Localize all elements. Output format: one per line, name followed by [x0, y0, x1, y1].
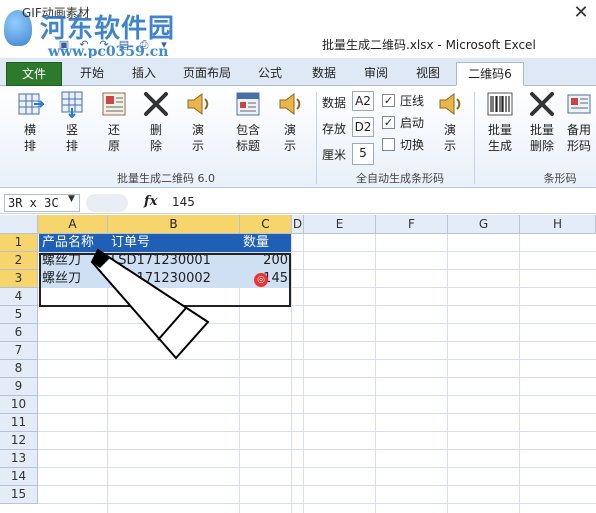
row-header[interactable]: 8	[0, 360, 38, 378]
start-checkbox[interactable]: ✓	[382, 116, 395, 129]
grid-vline	[519, 234, 520, 513]
ribbon: 横 排 竖 排 还 原 删 除 演 示 包含 标题 演 示 数据 A2 存放 D…	[0, 86, 596, 188]
column-header-f[interactable]: F	[376, 215, 448, 234]
group-label-barcode: 条形码	[543, 172, 577, 185]
row-header[interactable]: 7	[0, 342, 38, 360]
cm-field-label: 厘米	[322, 148, 347, 162]
group-label-batch-qr: 批量生成二维码 6.0	[117, 172, 215, 185]
delete-button[interactable]: 删 除	[138, 90, 174, 154]
record-indicator-icon: ◎	[254, 273, 268, 287]
column-header-e[interactable]: E	[304, 215, 376, 234]
demo-button-1[interactable]: 演 示	[180, 90, 216, 154]
group-label-auto-barcode: 全自动生成条形码	[356, 172, 444, 185]
formula-bar: 3R x 3C ▼ fx 145	[0, 192, 596, 214]
grid-vline	[303, 234, 304, 513]
tab-data[interactable]: 数据	[304, 62, 344, 86]
row-header[interactable]: 13	[0, 450, 38, 468]
batch-delete-button[interactable]: 批量 删除	[524, 90, 560, 154]
grid-vline	[447, 234, 448, 513]
tab-file[interactable]: 文件	[6, 62, 62, 86]
name-box-dropdown-icon[interactable]: ▼	[68, 194, 75, 204]
row-header[interactable]: 4	[0, 288, 38, 306]
press-line-label: 压线	[400, 94, 425, 108]
tab-page-layout[interactable]: 页面布局	[176, 62, 238, 86]
delete-x-icon	[144, 92, 168, 116]
batch-generate-button[interactable]: 批量 生成	[482, 90, 518, 154]
tab-insert[interactable]: 插入	[124, 62, 164, 86]
column-header-h[interactable]: H	[520, 215, 596, 234]
close-icon[interactable]: ✕	[570, 2, 592, 24]
tab-home[interactable]: 开始	[74, 62, 110, 86]
data-field-label: 数据	[322, 96, 347, 110]
store-field-label: 存放	[322, 122, 347, 136]
horizontal-layout-icon	[18, 93, 44, 115]
delete-x-icon	[530, 92, 554, 116]
select-all-corner[interactable]	[0, 215, 38, 234]
cell-b1[interactable]: 订单号	[108, 234, 240, 252]
row-header[interactable]: 2	[0, 252, 38, 270]
title-bar: GIF动画素材 河东软件园 ✕ ▣ ↶ ↷ ▤ ⎙ ▾ www.pc0359.c…	[0, 0, 596, 60]
cm-field-input[interactable]: 5	[352, 143, 374, 165]
demo-button-2[interactable]: 演 示	[272, 90, 308, 154]
column-header-d[interactable]: D	[292, 215, 304, 234]
row-header[interactable]: 5	[0, 306, 38, 324]
column-header-c[interactable]: C	[240, 215, 292, 234]
row-header[interactable]: 15	[0, 486, 38, 504]
grid-vline	[375, 234, 376, 513]
speaker-icon	[279, 93, 301, 115]
row-header[interactable]: 14	[0, 468, 38, 486]
vertical-layout-icon	[61, 91, 83, 118]
row-header[interactable]: 6	[0, 324, 38, 342]
data-field-input[interactable]: A2	[352, 91, 374, 111]
insert-function-icon[interactable]: fx	[144, 194, 157, 209]
press-line-checkbox[interactable]: ✓	[382, 94, 395, 107]
column-header-a[interactable]: A	[38, 215, 108, 234]
horizontal-layout-button[interactable]: 横 排	[12, 90, 48, 154]
row-header[interactable]: 9	[0, 378, 38, 396]
formula-input[interactable]: 145	[172, 195, 195, 209]
tab-review[interactable]: 审阅	[356, 62, 396, 86]
switch-checkbox[interactable]	[382, 138, 395, 151]
tab-qrcode6[interactable]: 二维码6	[456, 62, 524, 86]
row-header[interactable]: 12	[0, 432, 38, 450]
column-header-b[interactable]: B	[108, 215, 240, 234]
vertical-layout-button[interactable]: 竖 排	[54, 90, 90, 154]
formula-bar-handle[interactable]	[86, 194, 128, 212]
row-header[interactable]: 3	[0, 270, 38, 288]
tab-formulas[interactable]: 公式	[252, 62, 288, 86]
ribbon-tabs: 文件 开始 插入 页面布局 公式 数据 审阅 视图 二维码6	[0, 58, 596, 86]
worksheet-grid[interactable]: A B C D E F G H 1 2 3 4 5 6 7 8 9 10 11 …	[0, 215, 596, 513]
tab-view[interactable]: 视图	[408, 62, 448, 86]
include-title-icon	[236, 92, 260, 116]
column-header-g[interactable]: G	[448, 215, 520, 234]
spare-barcode-icon	[567, 94, 591, 114]
speaker-icon	[187, 93, 209, 115]
cell-a1[interactable]: 产品名称	[39, 234, 108, 252]
switch-label: 切换	[400, 138, 425, 152]
row-header[interactable]: 1	[0, 234, 38, 252]
grid-vline	[291, 234, 292, 513]
restore-button[interactable]: 还 原	[96, 90, 132, 154]
group-separator	[316, 92, 317, 184]
group-separator	[474, 92, 475, 184]
demo-button-3[interactable]: 演 示	[432, 90, 468, 154]
restore-icon	[102, 92, 126, 116]
start-label: 启动	[400, 116, 425, 130]
store-field-input[interactable]: D2	[352, 117, 374, 137]
cell-c1[interactable]: 数量	[240, 234, 291, 252]
spare-barcode-button[interactable]: 备用 形码	[562, 90, 596, 154]
speaker-icon	[439, 93, 461, 115]
document-title: 批量生成二维码.xlsx - Microsoft Excel	[322, 38, 536, 52]
row-header[interactable]: 11	[0, 414, 38, 432]
include-title-button[interactable]: 包含 标题	[230, 90, 266, 154]
barcode-icon	[487, 92, 513, 116]
row-header[interactable]: 10	[0, 396, 38, 414]
